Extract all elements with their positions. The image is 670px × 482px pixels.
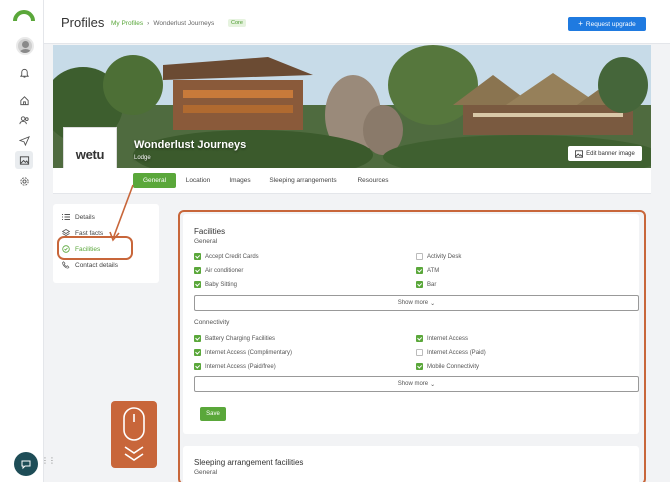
list-icon <box>62 214 70 220</box>
breadcrumb: My Profiles › Wonderlust Journeys <box>111 20 214 27</box>
image-icon[interactable] <box>15 151 33 169</box>
plan-badge: Core <box>228 19 246 27</box>
nav-item-label: Contact details <box>75 261 118 269</box>
settings-icon[interactable] <box>17 174 31 188</box>
facilities-highlight-ring <box>57 236 133 260</box>
content-highlight-ring <box>178 210 646 482</box>
breadcrumb-my-profiles[interactable]: My Profiles <box>111 20 143 27</box>
user-avatar[interactable] <box>16 37 34 55</box>
tab-sleeping-arrangements[interactable]: Sleeping arrangements <box>264 173 342 188</box>
top-header: Profiles My Profiles › Wonderlust Journe… <box>44 0 670 44</box>
app-logo-icon[interactable] <box>13 8 35 22</box>
request-upgrade-label: Request upgrade <box>585 20 636 28</box>
request-upgrade-button[interactable]: + Request upgrade <box>568 17 646 31</box>
tab-location[interactable]: Location <box>180 173 216 188</box>
chat-bubble-icon[interactable] <box>14 452 38 476</box>
nav-item-contact-details[interactable]: Contact details <box>62 259 118 271</box>
bell-icon[interactable] <box>17 66 31 80</box>
breadcrumb-current: Wonderlust Journeys <box>153 20 215 27</box>
mouse-scroll-icon <box>123 407 145 461</box>
home-icon[interactable] <box>17 93 31 107</box>
tab-general[interactable]: General <box>133 173 176 188</box>
property-type: Lodge <box>134 155 151 161</box>
send-icon[interactable] <box>17 133 31 147</box>
tab-images[interactable]: Images <box>223 173 257 188</box>
phone-icon <box>62 261 70 269</box>
page-title: Profiles <box>61 15 105 30</box>
scroll-down-hint <box>111 401 157 468</box>
drag-handle-icon[interactable]: ⋮⋮ <box>41 457 56 469</box>
users-icon[interactable] <box>17 113 31 127</box>
image-icon <box>575 149 584 158</box>
tab-resources[interactable]: Resources <box>352 173 394 188</box>
icon-rail: ⋮⋮ <box>0 0 56 482</box>
plus-icon: + <box>578 19 583 28</box>
property-name: Wonderlust Journeys <box>134 139 247 151</box>
breadcrumb-separator: › <box>147 20 150 27</box>
nav-item-label: Details <box>75 213 95 221</box>
profile-tabs: General Location Images Sleeping arrange… <box>53 168 651 194</box>
edit-banner-button[interactable]: Edit banner image <box>568 146 642 161</box>
nav-item-details[interactable]: Details <box>62 211 95 223</box>
edit-banner-label: Edit banner image <box>586 150 635 157</box>
